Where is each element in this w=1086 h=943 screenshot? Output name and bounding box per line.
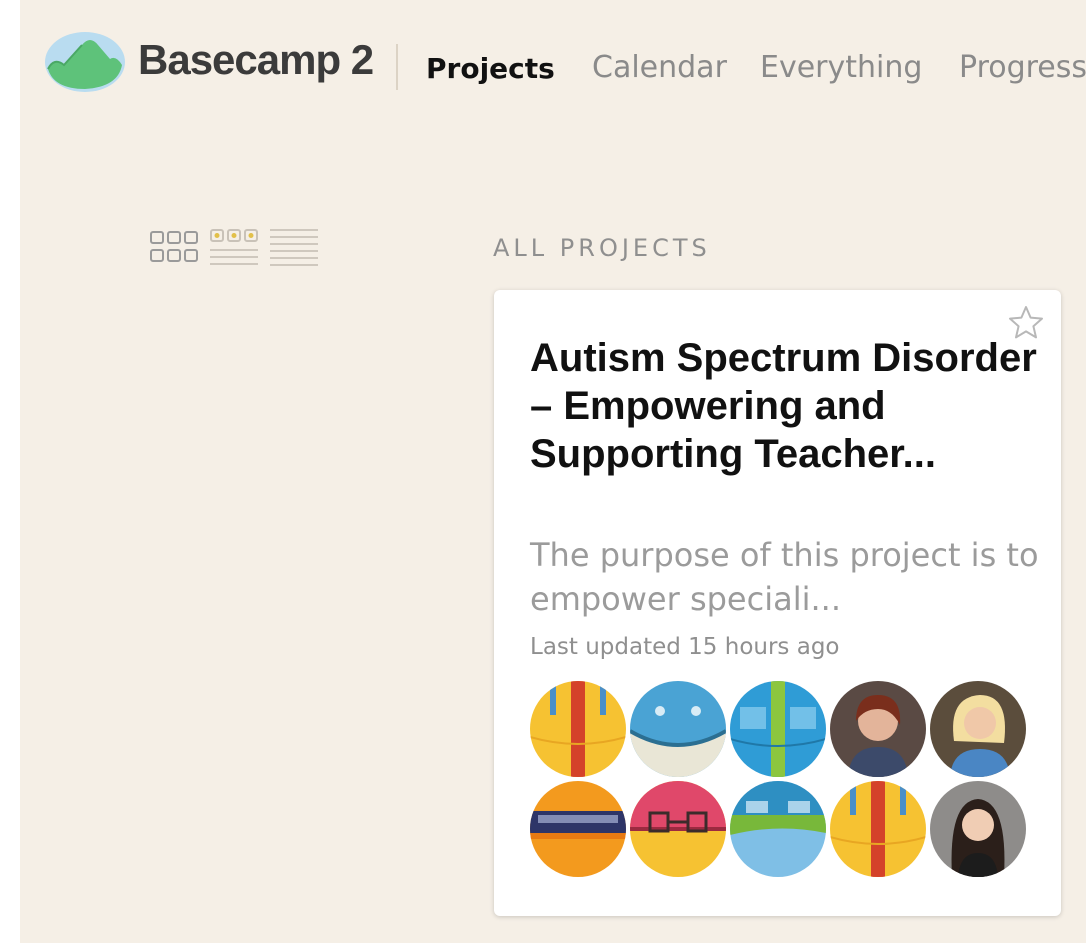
avatar[interactable] xyxy=(630,681,726,777)
avatar[interactable] xyxy=(830,681,926,777)
logo-text[interactable]: Basecamp 2 xyxy=(138,36,374,84)
nav-progress[interactable]: Progress xyxy=(959,50,1086,85)
project-people xyxy=(530,681,1030,881)
header-divider xyxy=(396,44,398,90)
basecamp-logo-icon[interactable] xyxy=(44,27,126,93)
nav-calendar[interactable]: Calendar xyxy=(592,50,727,85)
project-title[interactable]: Autism Spectrum Disorder – Empowering an… xyxy=(530,334,1040,478)
avatar[interactable] xyxy=(830,781,926,877)
avatar[interactable] xyxy=(930,781,1026,877)
header: Basecamp 2 Projects Calendar Everything … xyxy=(20,0,1086,120)
page: Basecamp 2 Projects Calendar Everything … xyxy=(20,0,1086,943)
avatar[interactable] xyxy=(930,681,1026,777)
avatar[interactable] xyxy=(530,781,626,877)
project-card[interactable]: Autism Spectrum Disorder – Empowering an… xyxy=(494,290,1061,916)
card-list-view-icon[interactable] xyxy=(208,226,260,268)
view-toggles xyxy=(148,226,324,268)
nav-projects[interactable]: Projects xyxy=(426,52,555,85)
nav-everything[interactable]: Everything xyxy=(760,50,922,85)
list-view-icon[interactable] xyxy=(268,226,320,268)
project-description: The purpose of this project is to empowe… xyxy=(530,536,1039,618)
avatar[interactable] xyxy=(530,681,626,777)
avatar[interactable] xyxy=(630,781,726,877)
avatar[interactable] xyxy=(730,681,826,777)
section-label: ALL PROJECTS xyxy=(493,234,711,262)
last-updated: Last updated 15 hours ago xyxy=(530,634,840,660)
avatar[interactable] xyxy=(730,781,826,877)
grid-view-icon[interactable] xyxy=(148,226,200,268)
